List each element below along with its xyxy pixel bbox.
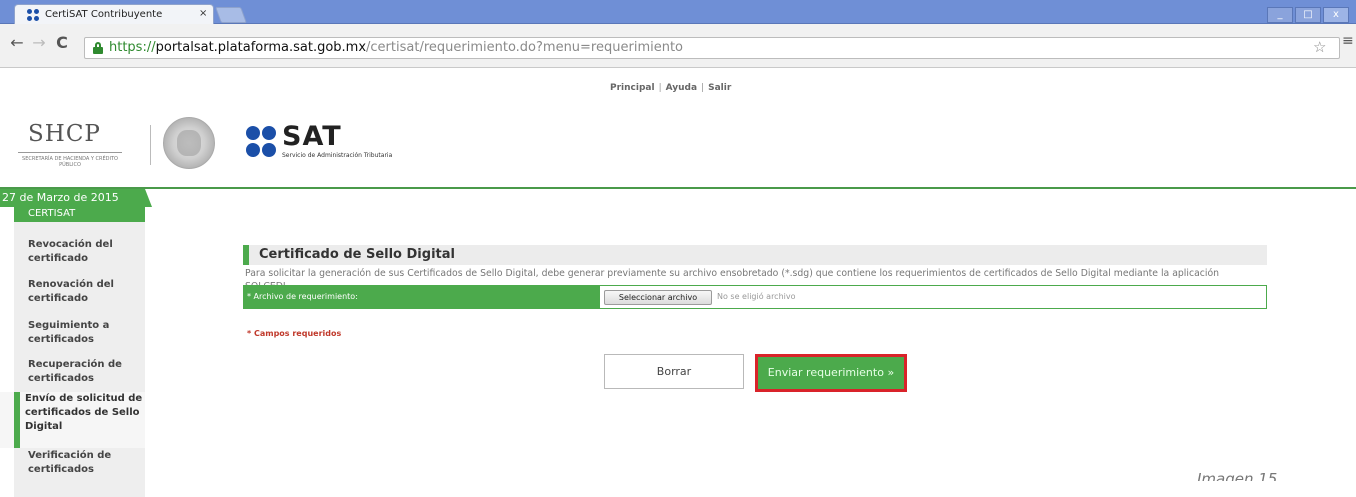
- active-item-indicator: [14, 392, 20, 448]
- file-status-text: No se eligió archivo: [717, 292, 796, 301]
- sidebar-item-label: Verificación de certificados: [28, 450, 112, 475]
- select-file-button[interactable]: Seleccionar archivo: [604, 290, 712, 305]
- shcp-logo: SHCP SECRETARÍA DE HACIENDA Y CRÉDITO PÚ…: [18, 121, 128, 173]
- submit-request-button[interactable]: Enviar requerimiento »: [755, 354, 907, 392]
- sidebar-item-envio-solicitud[interactable]: Envío de solicitud de certificados de Se…: [0, 392, 145, 448]
- reload-icon[interactable]: C: [51, 33, 73, 52]
- sat-favicon-icon: [27, 9, 40, 22]
- tab-title: CertiSAT Contribuyente: [45, 9, 163, 20]
- header-divider: [0, 187, 1356, 189]
- browser-toolbar: ← → C https://portalsat.plataforma.sat.g…: [0, 24, 1356, 68]
- date-banner: 27 de Marzo de 2015: [0, 189, 152, 207]
- sidebar-item-label: Recuperación de certificados: [28, 359, 122, 384]
- browser-titlebar: CertiSAT Contribuyente × _ □ x: [0, 0, 1356, 25]
- sidebar-item-renovacion[interactable]: Renovación del certificado: [0, 278, 145, 306]
- sidebar-item-label: Envío de solicitud de certificados de Se…: [25, 393, 143, 432]
- nav-separator: |: [701, 83, 705, 93]
- url-host: portalsat.plataforma.sat.gob.mx: [155, 40, 367, 55]
- url-text[interactable]: https://portalsat.plataforma.sat.gob.mx/…: [109, 40, 683, 55]
- window-controls: _ □ x: [1265, 2, 1349, 23]
- nav-ayuda-link[interactable]: Ayuda: [666, 83, 697, 93]
- address-bar[interactable]: https://portalsat.plataforma.sat.gob.mx/…: [84, 37, 1340, 59]
- sidebar-item-recuperacion[interactable]: Recuperación de certificados: [0, 358, 145, 386]
- sat-logo-text: SAT: [282, 121, 342, 152]
- clear-button[interactable]: Borrar: [604, 354, 744, 389]
- sidebar-item-revocacion[interactable]: Revocación del certificado: [0, 238, 145, 266]
- sidebar-item-seguimiento[interactable]: Seguimiento a certificados: [0, 319, 145, 347]
- new-tab-button[interactable]: [215, 7, 247, 23]
- tab-close-icon[interactable]: ×: [199, 8, 207, 19]
- url-path: /certisat/requerimiento.do?menu=requerim…: [366, 40, 684, 55]
- national-seal-icon: [163, 117, 215, 169]
- nav-separator: |: [658, 83, 662, 93]
- file-input[interactable]: Seleccionar archivo No se eligió archivo: [600, 285, 1267, 309]
- sidebar-item-label: Seguimiento a certificados: [28, 320, 110, 345]
- sat-logo-subtitle: Servicio de Administración Tributaria: [282, 152, 393, 159]
- image-caption: Imagen 15: [1197, 473, 1277, 481]
- forward-arrow-icon[interactable]: →: [28, 33, 50, 52]
- page-content: Principal | Ayuda | Salir SHCP SECRETARÍA DE…: [0, 69, 1356, 497]
- sat-logo: SAT Servicio de Administración Tributari…: [246, 121, 506, 174]
- lock-icon: [93, 42, 103, 54]
- nav-principal-link[interactable]: Principal: [610, 83, 655, 93]
- nav-salir-link[interactable]: Salir: [708, 83, 731, 93]
- top-nav: Principal | Ayuda | Salir: [610, 83, 731, 93]
- sidebar-section-header: CERTISAT: [14, 207, 145, 222]
- bookmark-star-icon[interactable]: ☆: [1313, 38, 1326, 56]
- shcp-logo-subtitle: SECRETARÍA DE HACIENDA Y CRÉDITO PÚBLICO: [22, 156, 118, 168]
- browser-tab[interactable]: CertiSAT Contribuyente ×: [14, 4, 214, 25]
- close-window-button[interactable]: x: [1323, 7, 1349, 23]
- file-field-row: * Archivo de requerimiento: Seleccionar …: [243, 285, 1267, 309]
- browser-menu-icon[interactable]: ≡: [1342, 33, 1354, 49]
- sidebar-item-label: Renovación del certificado: [28, 279, 114, 304]
- maximize-button[interactable]: □: [1295, 7, 1321, 23]
- sidebar-item-verificacion[interactable]: Verificación de certificados: [0, 449, 145, 477]
- date-text: 27 de Marzo de 2015: [2, 191, 119, 204]
- shcp-logo-text: SHCP: [28, 121, 101, 147]
- url-scheme: https://: [109, 40, 156, 55]
- logo-divider: [150, 125, 151, 165]
- back-arrow-icon[interactable]: ←: [6, 33, 28, 52]
- file-field-label: * Archivo de requerimiento:: [243, 285, 600, 309]
- page-title: Certificado de Sello Digital: [243, 245, 1267, 265]
- minimize-button[interactable]: _: [1267, 7, 1293, 23]
- sidebar-item-label: Revocación del certificado: [28, 239, 113, 264]
- required-fields-note: * Campos requeridos: [247, 329, 342, 338]
